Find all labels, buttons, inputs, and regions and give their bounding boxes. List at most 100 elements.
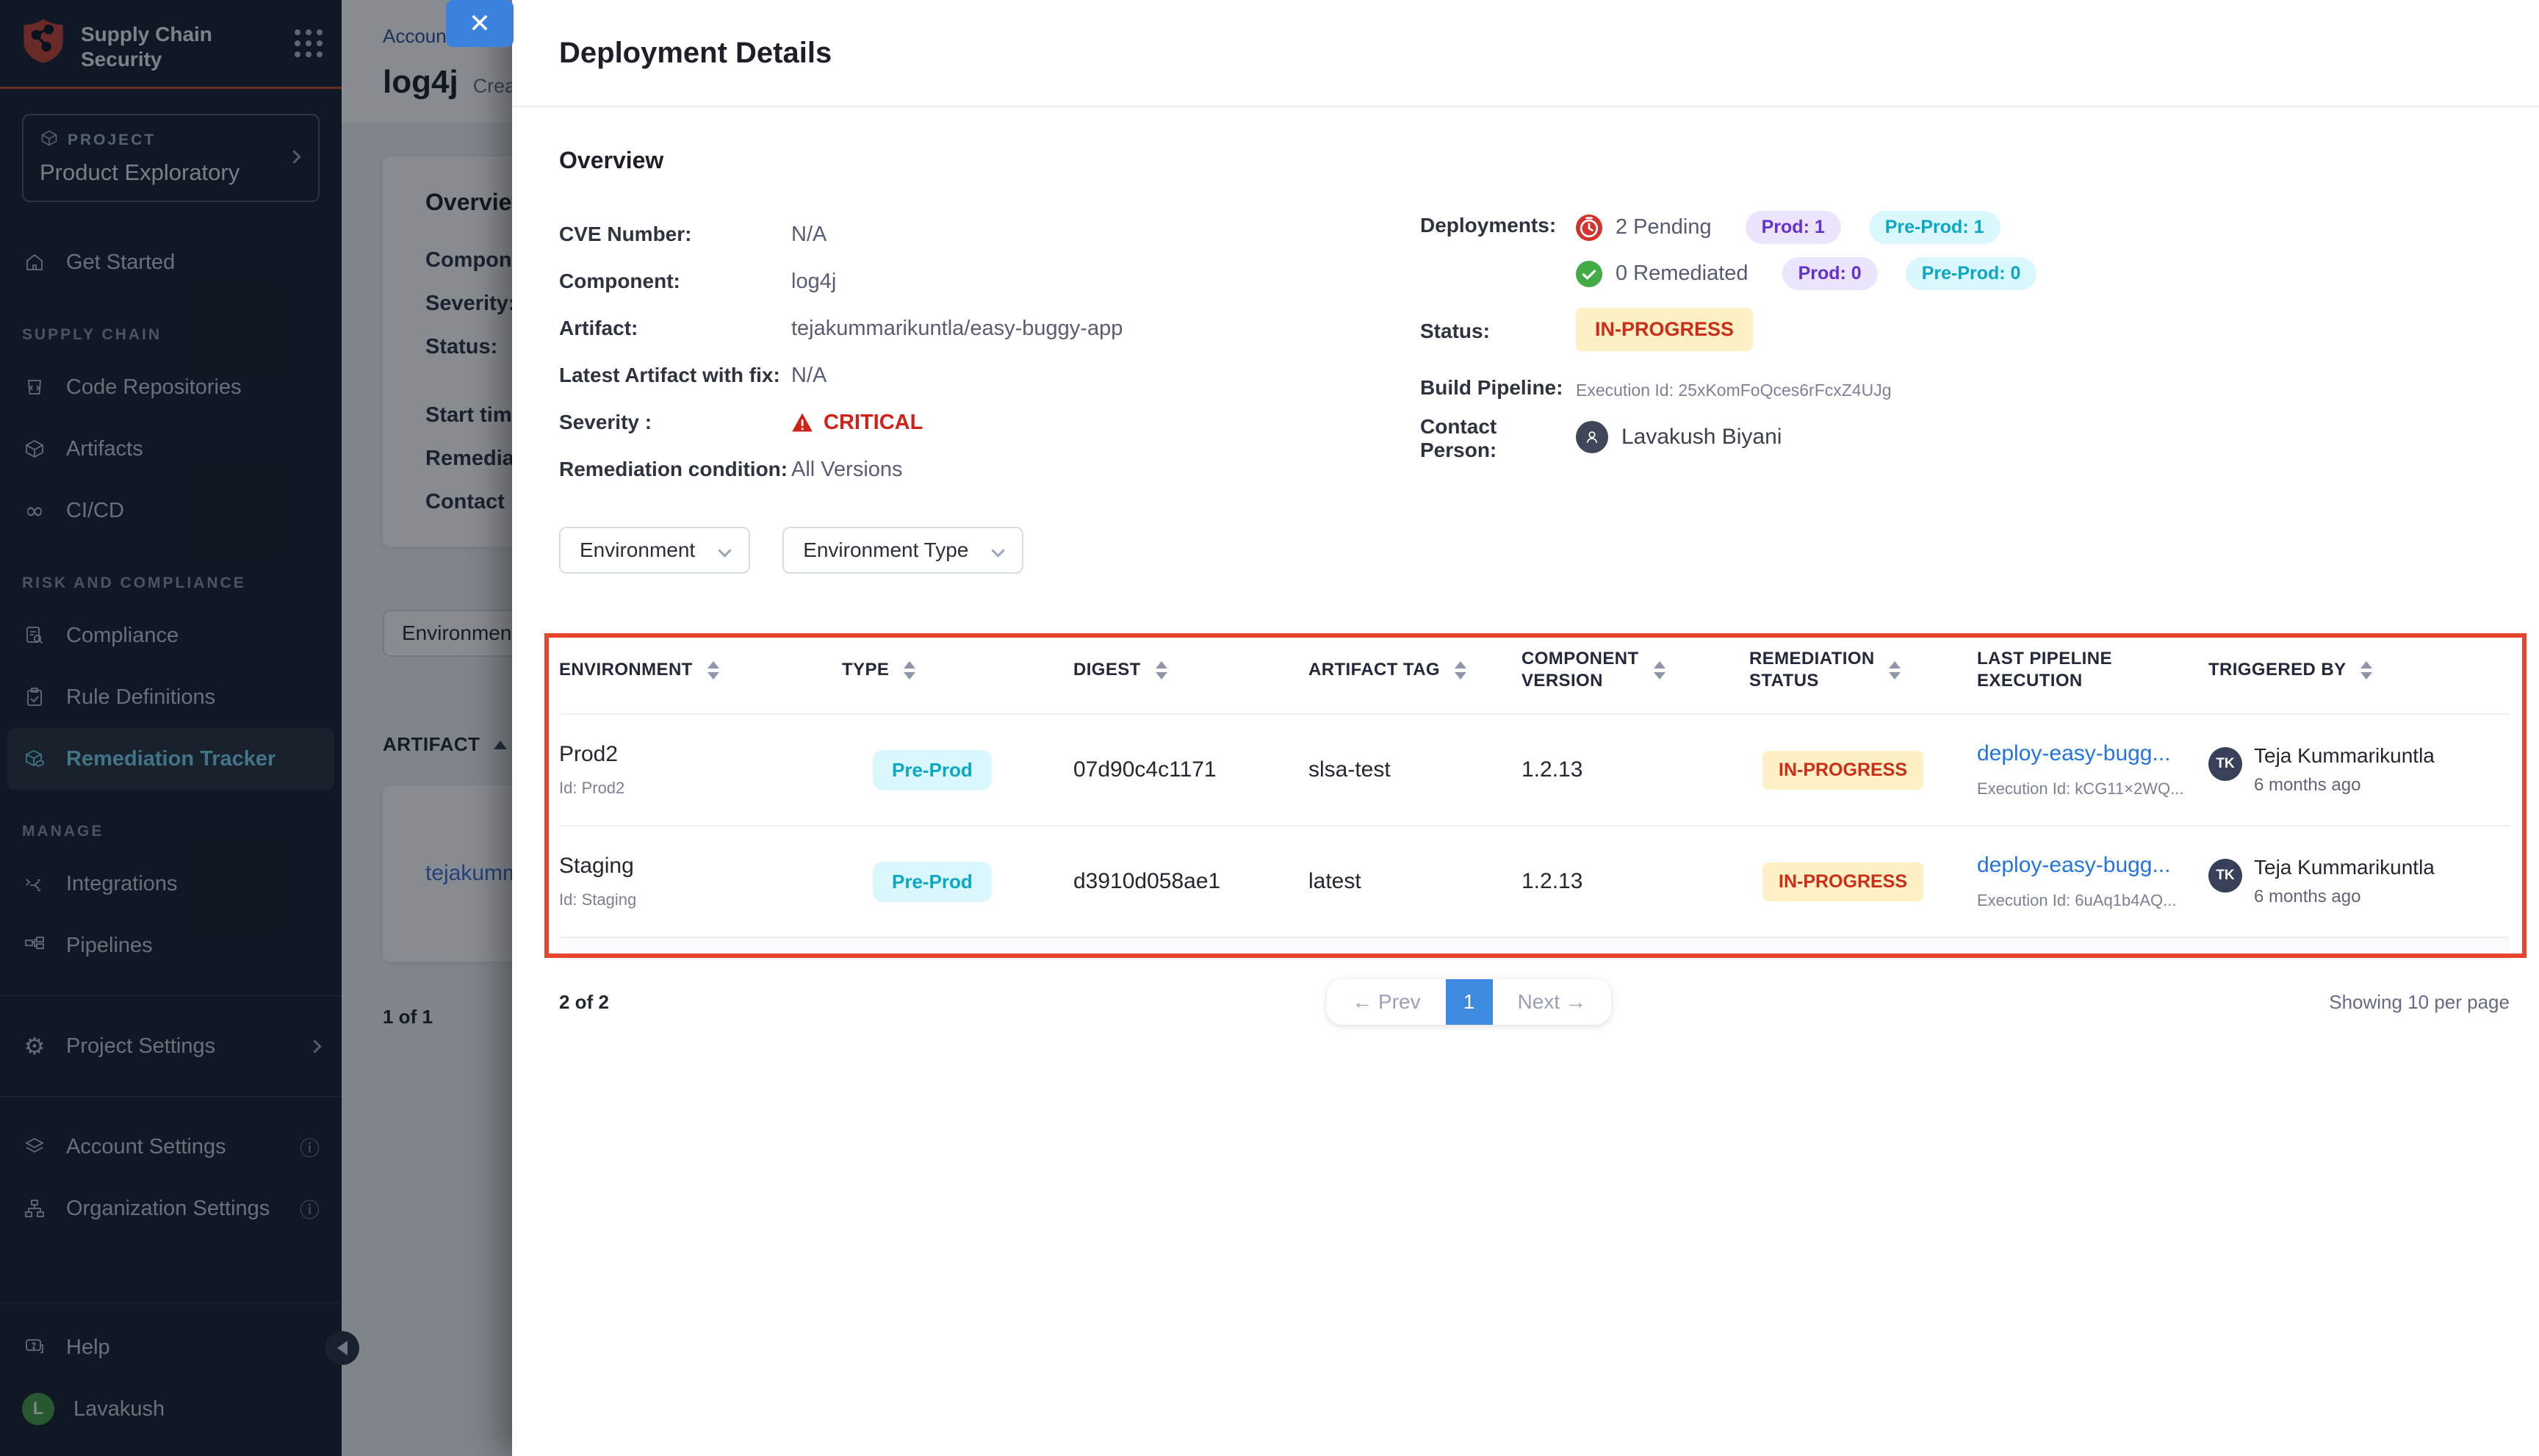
contact-person-name: Lavakush Biyani [1621, 425, 1782, 450]
severity-text: CRITICAL [824, 411, 923, 435]
environment-filter-label: Environment [580, 538, 695, 562]
pipeline-link[interactable]: deploy-easy-bugg... [1977, 741, 2208, 766]
field-value: N/A [791, 223, 826, 247]
environment-type-filter-label: Environment Type [803, 538, 968, 562]
environment-filter-dropdown[interactable]: Environment [559, 527, 750, 574]
sort-icon[interactable] [904, 661, 915, 680]
status-label: Status: [1420, 317, 1576, 343]
sort-icon[interactable] [1889, 661, 1901, 680]
modal-body: Overview CVE Number: N/A Component: log4… [512, 107, 2539, 1025]
triggered-by-time: 6 months ago [2254, 775, 2435, 796]
contact-person-row: Contact Person: Lavakush Biyani [1420, 412, 2510, 462]
modal-header: Deployment Details [512, 0, 2539, 107]
cell-last-pipeline: deploy-easy-bugg... Execution Id: kCG11×… [1977, 741, 2208, 799]
cell-environment: Prod2 Id: Prod2 [559, 742, 842, 798]
cell-artifact-tag: slsa-test [1308, 757, 1521, 782]
triggered-by-avatar: TK [2208, 859, 2242, 893]
build-pipeline-label: Build Pipeline: [1420, 373, 1576, 400]
pipeline-link[interactable]: deploy-easy-bugg... [1977, 853, 2208, 878]
chevron-down-icon [718, 544, 731, 557]
cell-triggered-by: TK Teja Kummarikuntla 6 months ago [2208, 856, 2510, 907]
preprod-count-badge: Pre-Prod: 1 [1869, 211, 2000, 244]
cell-remediation-status: IN-PROGRESS [1749, 862, 1977, 901]
deployments-row: Deployments: 2 Pending Prod: 1 Pre-Prod:… [1420, 211, 2510, 290]
table-header-row: ENVIRONMENT TYPE DIGEST ARTIFACT TAG COM… [559, 627, 2510, 715]
column-header-triggered-by[interactable]: TRIGGERED BY [2208, 659, 2510, 681]
sort-icon[interactable] [1455, 661, 1466, 680]
environment-name: Prod2 [559, 742, 842, 767]
pipeline-execution-id: Execution Id: kCG11×2WQ... [1977, 779, 2208, 799]
overview-grid: CVE Number: N/A Component: log4j Artifac… [559, 211, 2510, 493]
field-component: Component: log4j [559, 258, 1420, 305]
remediated-check-icon [1576, 261, 1602, 287]
field-latest-artifact: Latest Artifact with fix: N/A [559, 352, 1420, 399]
close-icon: ✕ [469, 8, 491, 39]
field-cve-number: CVE Number: N/A [559, 211, 1420, 258]
table-row[interactable]: Prod2 Id: Prod2 Pre-Prod 07d90c4c1171 sl… [559, 715, 2510, 826]
preprod-count-badge: Pre-Prod: 0 [1906, 257, 2037, 290]
modal-overlay[interactable] [0, 0, 512, 1456]
field-value: log4j [791, 270, 836, 294]
environment-name: Staging [559, 854, 842, 879]
preprod-type-badge: Pre-Prod [873, 862, 992, 902]
table-footer-strip [559, 938, 2510, 960]
pagination-row: 2 of 2 ← Prev 1 Next → Showing 10 per pa… [559, 979, 2510, 1025]
overview-right-column: Deployments: 2 Pending Prod: 1 Pre-Prod:… [1420, 211, 2510, 493]
in-progress-badge: IN-PROGRESS [1762, 862, 1923, 901]
overview-left-column: CVE Number: N/A Component: log4j Artifac… [559, 211, 1420, 493]
cell-component-version: 1.2.13 [1521, 869, 1749, 894]
in-progress-badge: IN-PROGRESS [1762, 751, 1923, 790]
pipeline-execution-id: Execution Id: 6uAq1b4AQ... [1977, 891, 2208, 910]
build-pipeline-execution-id: Execution Id: 25xKomFoQces6rFcxZ4UJg [1576, 373, 1892, 400]
cell-environment: Staging Id: Staging [559, 854, 842, 909]
next-page-button[interactable]: Next → [1493, 979, 1611, 1025]
modal-title: Deployment Details [559, 37, 832, 70]
triggered-by-name: Teja Kummarikuntla [2254, 744, 2435, 768]
column-header-environment[interactable]: ENVIRONMENT [559, 659, 842, 681]
cell-type: Pre-Prod [842, 862, 1073, 902]
contact-avatar [1576, 421, 1608, 453]
sort-icon[interactable] [707, 661, 719, 680]
remediated-count: 0 Remediated [1616, 262, 1749, 286]
column-header-component-version[interactable]: COMPONENT VERSION [1521, 648, 1749, 692]
contact-person-label: Contact Person: [1420, 412, 1576, 462]
column-header-type[interactable]: TYPE [842, 659, 1073, 681]
pending-count: 2 Pending [1616, 215, 1712, 239]
prod-count-badge: Prod: 1 [1746, 211, 1841, 244]
build-pipeline-row: Build Pipeline: Execution Id: 25xKomFoQc… [1420, 373, 2510, 400]
cell-artifact-tag: latest [1308, 869, 1521, 894]
field-severity: Severity : CRITICAL [559, 399, 1420, 446]
severity-value: CRITICAL [791, 411, 923, 435]
page-number-button[interactable]: 1 [1446, 979, 1493, 1025]
preprod-type-badge: Pre-Prod [873, 750, 992, 790]
pending-clock-icon [1576, 215, 1602, 241]
cell-remediation-status: IN-PROGRESS [1749, 751, 1977, 790]
field-label: Artifact: [559, 317, 791, 340]
cell-last-pipeline: deploy-easy-bugg... Execution Id: 6uAq1b… [1977, 853, 2208, 910]
cell-type: Pre-Prod [842, 750, 1073, 790]
column-header-remediation-status[interactable]: REMEDIATION STATUS [1749, 648, 1977, 692]
environment-type-filter-dropdown[interactable]: Environment Type [782, 527, 1023, 574]
overview-heading: Overview [559, 147, 2510, 174]
sort-icon[interactable] [2360, 661, 2372, 680]
prev-page-button[interactable]: ← Prev [1327, 979, 1445, 1025]
pagination-control: ← Prev 1 Next → [1327, 979, 1611, 1025]
table-row[interactable]: Staging Id: Staging Pre-Prod d3910d058ae… [559, 826, 2510, 938]
field-label: Severity : [559, 411, 791, 434]
sort-icon[interactable] [1654, 661, 1665, 680]
field-label: CVE Number: [559, 223, 791, 246]
triggered-by-time: 6 months ago [2254, 887, 2435, 907]
status-row: Status: IN-PROGRESS [1420, 308, 2510, 351]
remediated-line: 0 Remediated Prod: 0 Pre-Prod: 0 [1576, 257, 2036, 290]
person-icon [1582, 428, 1602, 447]
close-button[interactable]: ✕ [446, 0, 514, 47]
column-header-artifact-tag[interactable]: ARTIFACT TAG [1308, 659, 1521, 681]
cell-digest: 07d90c4c1171 [1073, 757, 1308, 782]
column-header-digest[interactable]: DIGEST [1073, 659, 1308, 681]
sort-icon[interactable] [1156, 661, 1167, 680]
cell-component-version: 1.2.13 [1521, 757, 1749, 782]
per-page-label: Showing 10 per page [2329, 991, 2510, 1014]
field-label: Remediation condition: [559, 458, 791, 481]
warning-triangle-icon [791, 412, 813, 433]
column-header-last-pipeline-execution[interactable]: LAST PIPELINE EXECUTION [1977, 648, 2208, 692]
